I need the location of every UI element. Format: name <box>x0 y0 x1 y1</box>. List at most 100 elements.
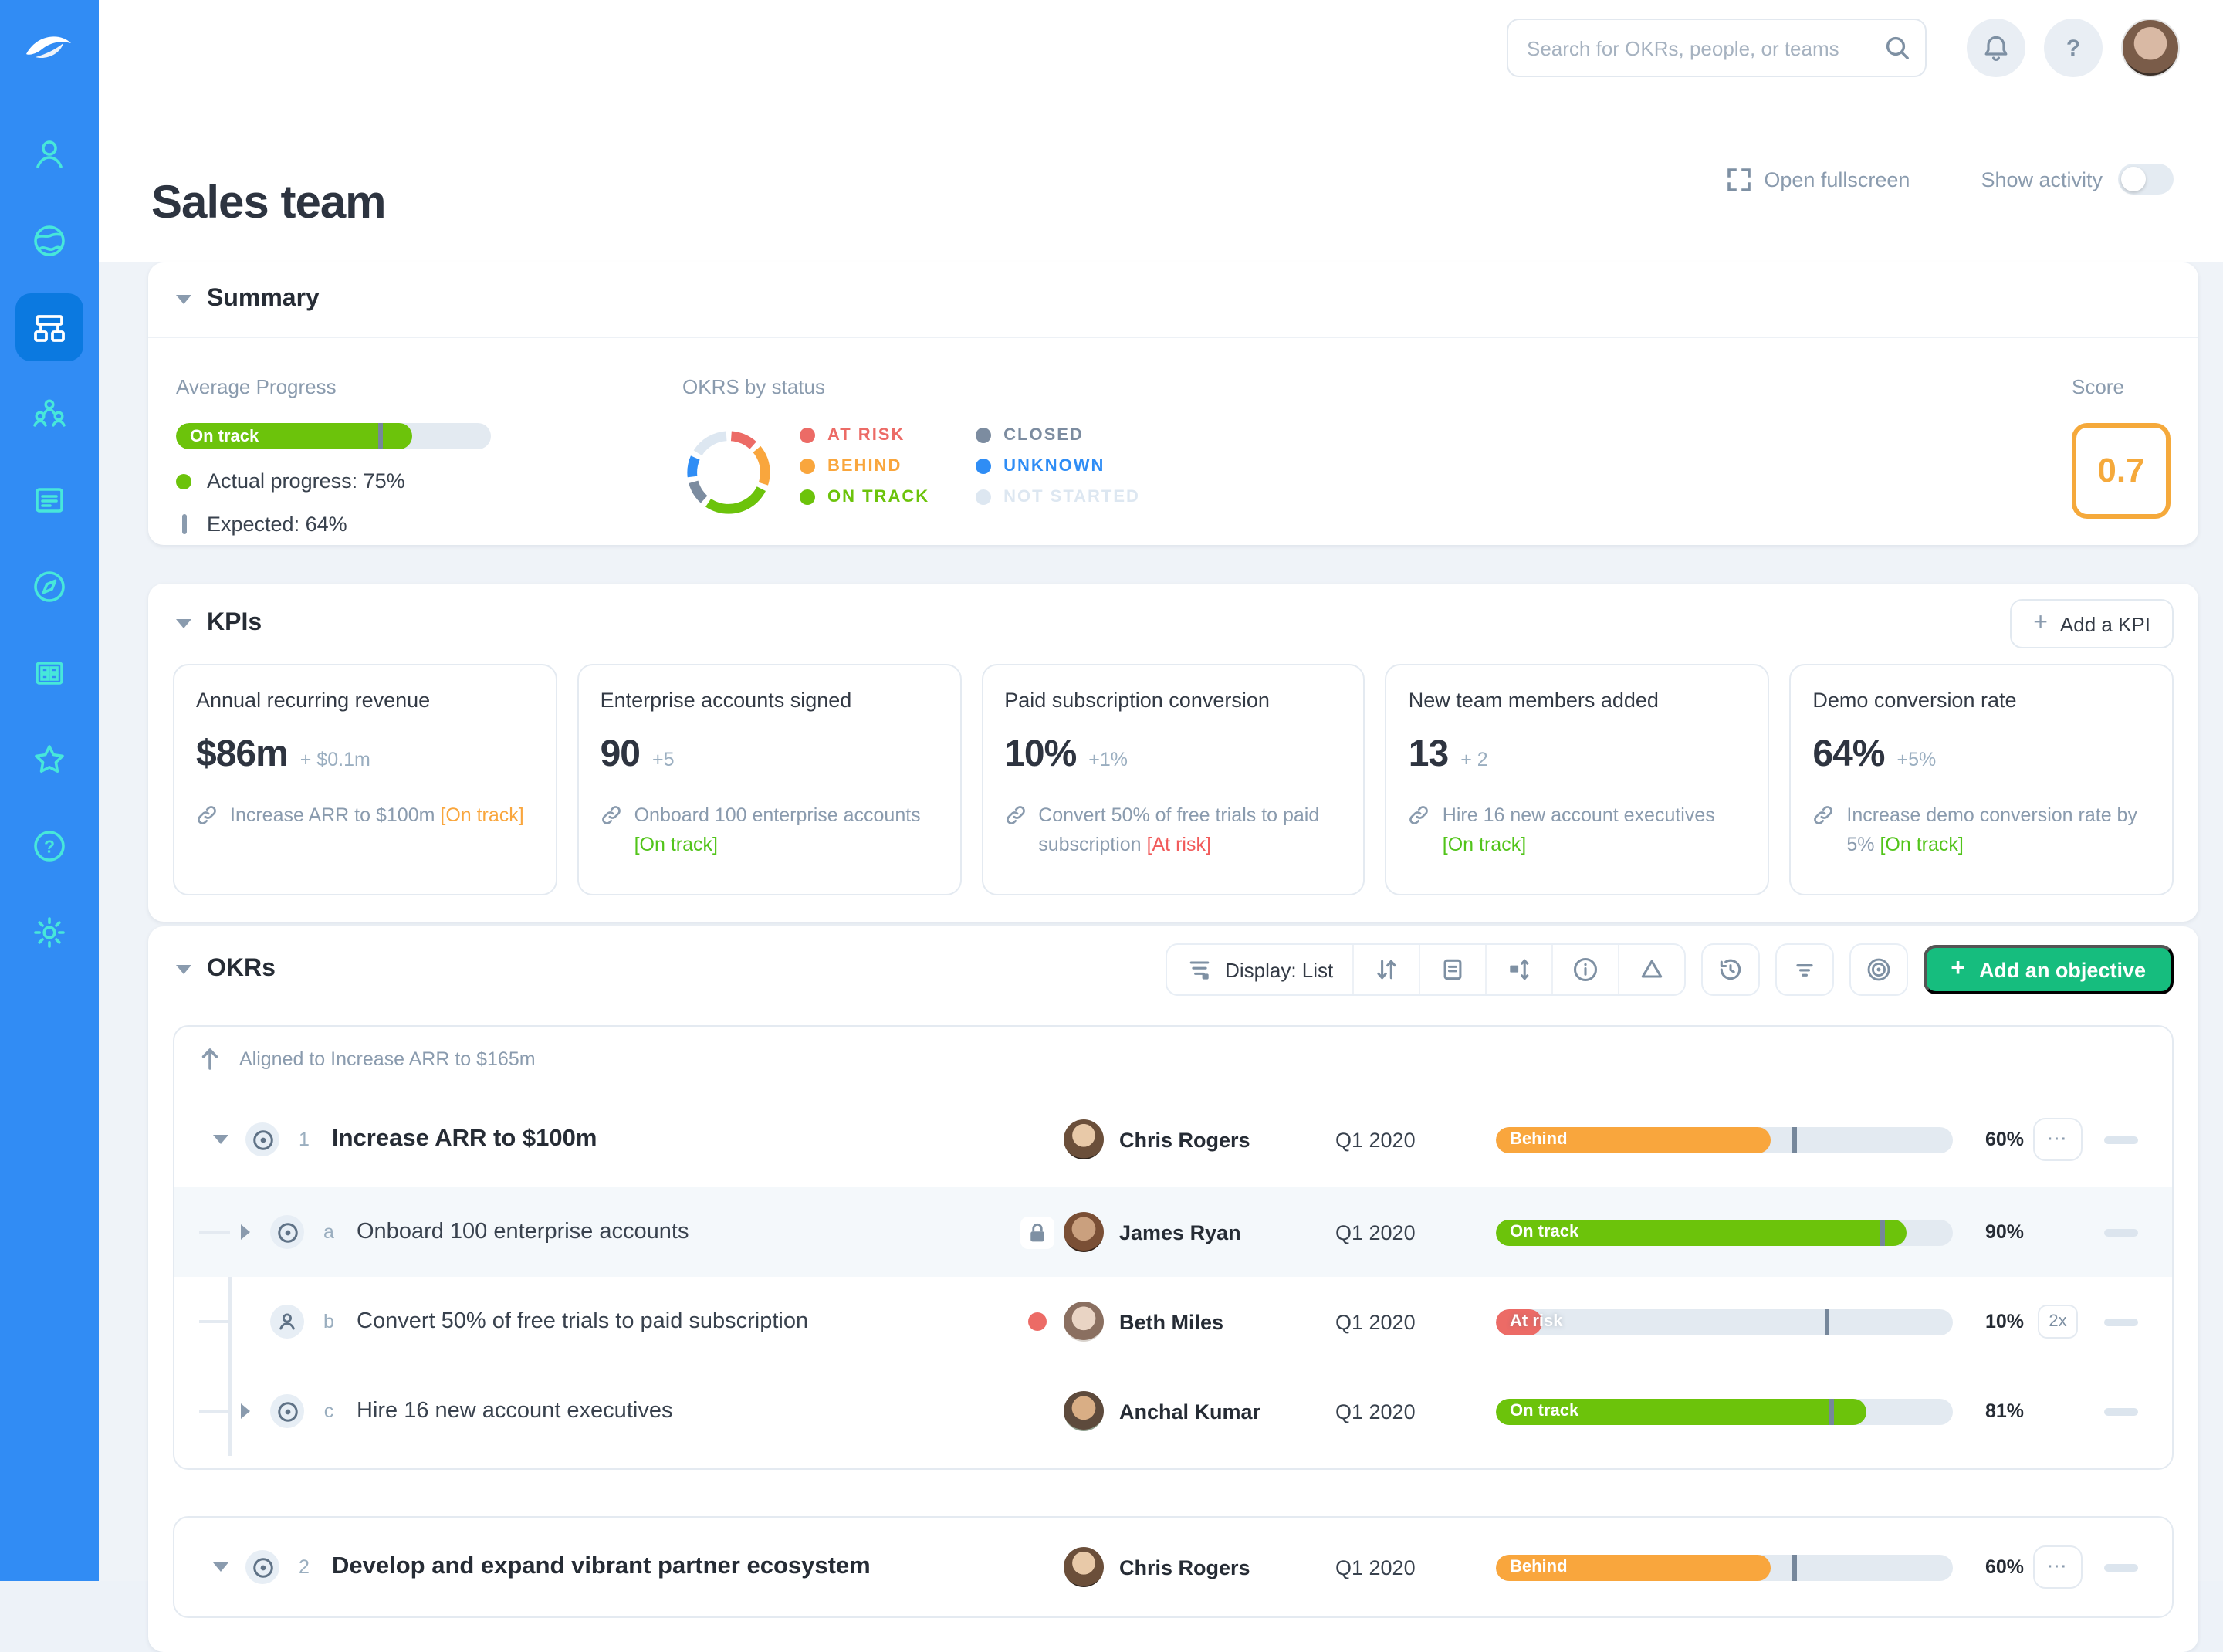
expand-row-icon[interactable] <box>241 1403 250 1419</box>
sidebar-item-settings[interactable] <box>15 899 83 966</box>
search-input[interactable] <box>1507 19 1927 77</box>
show-activity-toggle[interactable] <box>2118 164 2174 195</box>
kpi-card[interactable]: Demo conversion rate 64%+5% Increase dem… <box>1789 664 2174 895</box>
okr-row-objective-2[interactable]: 2 Develop and expand vibrant partner eco… <box>174 1518 2172 1616</box>
okr-row-child-a[interactable]: a Onboard 100 enterprise accounts James … <box>174 1187 2172 1277</box>
owner-cell[interactable]: Chris Rogers <box>1064 1547 1335 1587</box>
okr-row-child-c[interactable]: c Hire 16 new account executives Anchal … <box>174 1366 2172 1456</box>
kpi-card[interactable]: Annual recurring revenue $86m+ $0.1m Inc… <box>173 664 557 895</box>
collapse-row-icon[interactable] <box>213 1135 228 1144</box>
legend-dot <box>800 489 815 505</box>
okrs-section: OKRs Display: List <box>148 926 2198 1652</box>
progress-bar[interactable]: On track <box>1496 1398 1953 1424</box>
help-button[interactable]: ? <box>2044 19 2103 77</box>
kpi-linked-objective[interactable]: Increase demo conversion rate by 5% [On … <box>1846 801 2150 860</box>
expected-tick <box>377 423 382 449</box>
detail-view-button[interactable] <box>1418 945 1484 994</box>
kpi-linked-objective[interactable]: Increase ARR to $100m [On track] <box>230 801 524 831</box>
kpi-linked-objective[interactable]: Onboard 100 enterprise accounts [On trac… <box>634 801 939 860</box>
row-title[interactable]: Increase ARR to $100m <box>332 1126 597 1153</box>
collapse-summary-icon[interactable] <box>176 295 191 304</box>
drag-dash[interactable] <box>2104 1407 2138 1415</box>
progress-bar[interactable]: At risk <box>1496 1308 1953 1335</box>
page-header: Sales team Open fullscreen Show activity <box>99 96 2223 262</box>
sidebar-item-company[interactable] <box>15 207 83 275</box>
user-avatar[interactable] <box>2121 19 2180 77</box>
kpi-title: New team members added <box>1409 689 1747 712</box>
kpi-card[interactable]: Paid subscription conversion 10%+1% Conv… <box>981 664 1365 895</box>
delta-button[interactable] <box>1617 945 1683 994</box>
sidebar-item-profile[interactable] <box>15 120 83 188</box>
collapse-okrs-icon[interactable] <box>176 965 191 974</box>
objective-target-icon <box>270 1215 304 1249</box>
drag-dash[interactable] <box>2104 1228 2138 1236</box>
kpi-linked-objective[interactable]: Convert 50% of free trials to paid subsc… <box>1038 801 1342 860</box>
row-menu-button[interactable]: ··· <box>2033 1118 2083 1161</box>
sidebar-item-apps[interactable] <box>15 639 83 707</box>
link-icon <box>1409 804 1430 826</box>
aligned-parent-row[interactable]: Aligned to Increase ARR to $165m <box>174 1027 2172 1092</box>
at-risk-dot-icon <box>1028 1312 1047 1331</box>
kpi-linked-objective[interactable]: Hire 16 new account executives [On track… <box>1443 801 1747 860</box>
question-icon: ? <box>2066 35 2080 61</box>
row-title[interactable]: Convert 50% of free trials to paid subsc… <box>357 1309 808 1334</box>
sidebar-item-teams[interactable] <box>15 293 83 361</box>
kpi-value: 13 <box>1409 733 1448 777</box>
collapse-kpis-icon[interactable] <box>176 619 191 628</box>
app-logo-icon[interactable] <box>19 15 80 77</box>
okr-row-child-b[interactable]: b Convert 50% of free trials to paid sub… <box>174 1277 2172 1366</box>
period-cell[interactable]: Q1 2020 <box>1335 1310 1496 1333</box>
multiplier-badge[interactable]: 2x <box>2038 1305 2078 1339</box>
owner-cell[interactable]: Beth Miles <box>1064 1302 1335 1342</box>
row-title[interactable]: Hire 16 new account executives <box>357 1399 672 1423</box>
sidebar-item-favorites[interactable] <box>15 726 83 794</box>
expected-tick <box>1880 1219 1884 1245</box>
kpi-value: 10% <box>1004 733 1076 777</box>
fullscreen-icon[interactable] <box>1725 166 1751 192</box>
sort-button[interactable] <box>1352 945 1418 994</box>
drag-dash[interactable] <box>2104 1318 2138 1325</box>
sidebar-item-help[interactable]: ? <box>15 812 83 880</box>
bell-icon <box>1982 33 2010 63</box>
row-height-button[interactable] <box>1484 945 1551 994</box>
drag-dash[interactable] <box>2104 1136 2138 1143</box>
progress-bar[interactable]: On track <box>1496 1219 1953 1245</box>
period-cell[interactable]: Q1 2020 <box>1335 1400 1496 1423</box>
owner-cell[interactable]: Chris Rogers <box>1064 1119 1335 1159</box>
display-list-icon <box>1185 956 1213 983</box>
period-cell[interactable]: Q1 2020 <box>1335 1128 1496 1151</box>
focus-target-button[interactable] <box>1849 943 1907 996</box>
actual-progress-text: Actual progress: 75% <box>207 469 405 493</box>
sidebar-item-reports[interactable] <box>15 466 83 534</box>
progress-percent: 10% <box>1953 1311 2024 1332</box>
sidebar-item-groups[interactable] <box>15 380 83 448</box>
okrs-by-status-label: OKRS by status <box>682 375 1140 398</box>
tree-stub <box>199 1320 230 1323</box>
owner-name: James Ryan <box>1119 1220 1241 1244</box>
filter-button[interactable] <box>1775 943 1833 996</box>
kpi-card[interactable]: New team members added 13+ 2 Hire 16 new… <box>1386 664 1770 895</box>
owner-cell[interactable]: Anchal Kumar <box>1064 1391 1335 1431</box>
expand-row-icon[interactable] <box>241 1224 250 1240</box>
period-cell[interactable]: Q1 2020 <box>1335 1220 1496 1244</box>
row-menu-button[interactable]: ··· <box>2033 1545 2083 1589</box>
drag-dash[interactable] <box>2104 1563 2138 1571</box>
notifications-button[interactable] <box>1967 19 2025 77</box>
collapse-row-icon[interactable] <box>213 1562 228 1572</box>
sidebar-item-explore[interactable] <box>15 553 83 621</box>
okr-row-objective-1[interactable]: 1 Increase ARR to $100m Chris Rogers Q1 … <box>174 1092 2172 1187</box>
row-title[interactable]: Onboard 100 enterprise accounts <box>357 1220 689 1244</box>
kpi-card[interactable]: Enterprise accounts signed 90+5 Onboard … <box>577 664 962 895</box>
open-fullscreen-button[interactable]: Open fullscreen <box>1764 168 1910 191</box>
owner-cell[interactable]: James Ryan <box>1064 1212 1335 1252</box>
legend-dot <box>976 459 991 474</box>
history-button[interactable] <box>1700 943 1759 996</box>
display-mode-button[interactable]: Display: List <box>1166 945 1352 994</box>
add-objective-button[interactable]: +Add an objective <box>1923 945 2174 994</box>
info-button[interactable] <box>1551 945 1617 994</box>
progress-bar[interactable]: Behind <box>1496 1554 1953 1580</box>
period-cell[interactable]: Q1 2020 <box>1335 1556 1496 1579</box>
row-title[interactable]: Develop and expand vibrant partner ecosy… <box>332 1553 871 1581</box>
progress-bar[interactable]: Behind <box>1496 1126 1953 1153</box>
add-kpi-button[interactable]: +Add a KPI <box>2010 599 2174 648</box>
